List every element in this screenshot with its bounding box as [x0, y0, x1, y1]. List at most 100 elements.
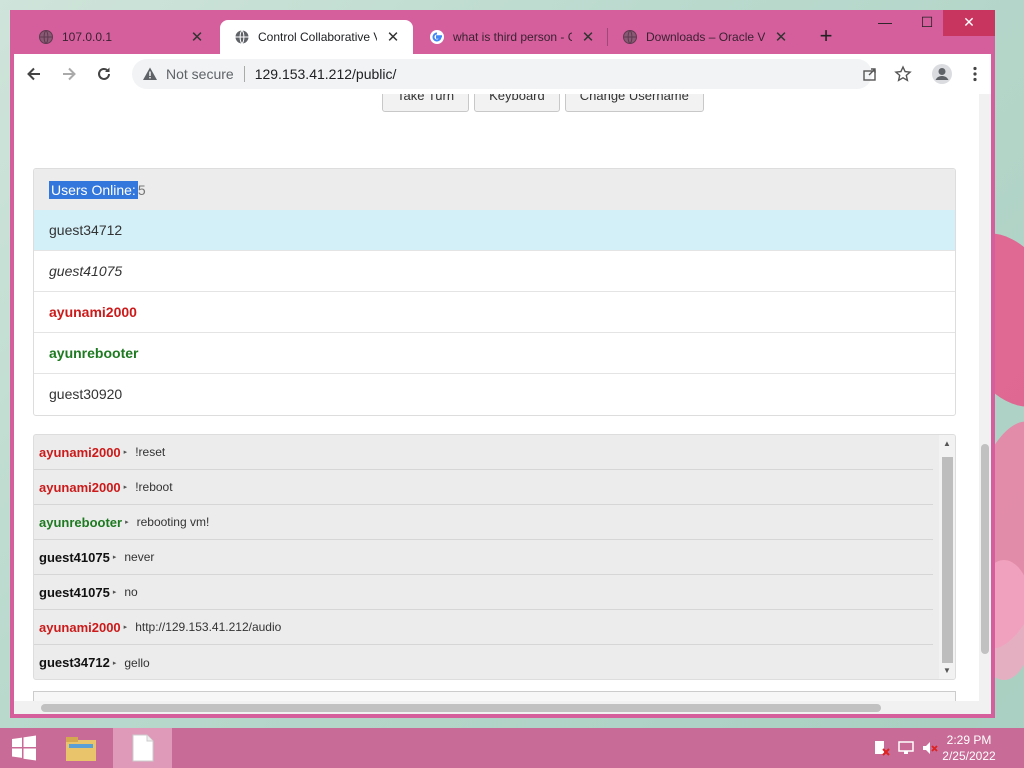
minimize-button[interactable]: — [865, 10, 905, 36]
forward-button[interactable] [54, 59, 84, 89]
url-text[interactable]: 129.153.41.212/public/ [255, 66, 397, 82]
tab-title: Control Collaborative Vir [258, 30, 377, 44]
star-icon [894, 65, 912, 82]
chat-text: http://129.153.41.212/audio [135, 620, 282, 634]
back-arrow-icon [27, 67, 40, 81]
windows-logo-icon [12, 735, 36, 761]
tab-title: what is third person - G [453, 30, 572, 44]
system-clock[interactable]: 2:29 PM 2/25/2022 [934, 732, 1004, 764]
user-row[interactable]: ayunami2000 [34, 291, 955, 332]
change-username-button[interactable]: Change Username [564, 94, 704, 112]
chat-text: !reset [135, 445, 166, 459]
menu-button[interactable] [960, 59, 990, 89]
warning-icon [143, 67, 157, 80]
taskbar: 2:29 PM 2/25/2022 [0, 728, 1024, 768]
users-online-count: 5 [137, 181, 146, 198]
security-status[interactable]: Not secure [166, 66, 234, 82]
page-horizontal-scrollbar[interactable] [14, 701, 979, 714]
back-button[interactable] [19, 59, 49, 89]
caret-icon: ▸ [112, 589, 117, 596]
users-online-label: Users Online: [49, 180, 138, 199]
page-hscroll-thumb[interactable] [41, 704, 881, 712]
clock-time: 2:29 PM [946, 733, 992, 747]
google-icon [429, 29, 445, 45]
caret-icon: ▸ [112, 554, 117, 561]
page-vertical-scrollbar[interactable] [979, 94, 991, 714]
file-explorer-button[interactable] [57, 728, 105, 768]
globe-icon [234, 29, 250, 45]
action-center-icon[interactable] [874, 740, 890, 756]
browser-toolbar: Not secure 129.153.41.212/public/ [14, 54, 991, 94]
user-row[interactable]: guest30920 [34, 373, 955, 414]
close-tab-icon[interactable]: ✕ [189, 28, 205, 46]
tab-strip: 107.0.0.1 ✕ Control Collaborative Vir ✕ … [10, 10, 995, 54]
scroll-down-icon[interactable]: ▼ [939, 666, 955, 675]
address-divider [243, 66, 245, 82]
close-tab-icon[interactable]: ✕ [580, 28, 596, 46]
user-row[interactable]: ayunrebooter [34, 332, 955, 373]
user-row[interactable]: guest41075 [34, 250, 955, 291]
caret-icon: ▸ [123, 449, 128, 456]
users-online-header: Users Online: 5 [34, 169, 955, 210]
chat-message: guest41075 ▸ never [34, 540, 933, 575]
chat-scroll-thumb[interactable] [942, 457, 953, 663]
chat-username: ayunrebooter [39, 514, 123, 530]
caret-icon: ▸ [112, 659, 117, 667]
keyboard-button[interactable]: Keyboard [474, 94, 560, 112]
avatar-icon [932, 64, 952, 84]
close-tab-icon[interactable]: ✕ [385, 28, 401, 46]
chat-username: ayunami2000 [39, 619, 121, 635]
chat-username: guest41075 [39, 584, 110, 600]
chat-message: guest41075 ▸ no [34, 575, 933, 610]
tab-1[interactable]: 107.0.0.1 ✕ [24, 20, 217, 54]
chat-text: gello [124, 655, 150, 670]
close-window-button[interactable]: ✕ [943, 10, 995, 36]
page-viewport: Take Turn Keyboard Change Username Users… [14, 94, 991, 714]
document-app-button[interactable] [113, 728, 172, 768]
chat-username: guest34712 [39, 655, 110, 670]
tab-title: 107.0.0.1 [62, 30, 113, 44]
chat-username: guest41075 [39, 549, 110, 565]
users-online-panel: Users Online: 5 guest34712 guest41075 ay… [33, 168, 956, 416]
chat-message: ayunrebooter ▸ rebooting vm! [34, 505, 933, 540]
chat-message: guest34712 ▸ gello [34, 645, 933, 679]
take-turn-button[interactable]: Take Turn [382, 94, 470, 112]
new-tab-button[interactable]: + [813, 24, 839, 50]
chat-text: !reboot [135, 480, 173, 494]
kebab-menu-icon [973, 66, 977, 82]
share-button[interactable] [855, 59, 885, 89]
folder-icon [66, 737, 96, 761]
chat-text: never [124, 550, 155, 564]
network-icon[interactable] [898, 740, 914, 756]
maximize-button[interactable]: ☐ [907, 10, 947, 36]
scroll-up-icon[interactable]: ▲ [939, 439, 955, 448]
tab-2[interactable]: Control Collaborative Vir ✕ [220, 20, 413, 54]
clock-date: 2/25/2022 [942, 749, 996, 763]
vm-controls: Take Turn Keyboard Change Username [382, 94, 704, 112]
reload-icon [98, 67, 110, 80]
user-row[interactable]: guest34712 [34, 210, 955, 250]
chat-scrollbar[interactable]: ▲ ▼ [939, 435, 955, 679]
start-button[interactable] [0, 728, 48, 768]
reload-button[interactable] [89, 59, 119, 89]
tab-4[interactable]: Downloads – Oracle VM ✕ [608, 20, 801, 54]
chat-username: ayunami2000 [39, 479, 121, 495]
tab-3[interactable]: what is third person - G ✕ [415, 20, 608, 54]
bookmark-button[interactable] [888, 59, 918, 89]
chat-text: no [124, 585, 138, 599]
caret-icon: ▸ [123, 484, 128, 491]
page-scroll-thumb[interactable] [981, 444, 989, 654]
address-bar[interactable]: Not secure 129.153.41.212/public/ [132, 59, 872, 89]
chat-message: ayunami2000 ▸ http://129.153.41.212/audio [34, 610, 933, 645]
chat-text: rebooting vm! [136, 515, 210, 529]
caret-icon: ▸ [125, 519, 129, 526]
share-icon [863, 68, 876, 81]
globe-icon [38, 29, 54, 45]
browser-window: 107.0.0.1 ✕ Control Collaborative Vir ✕ … [10, 10, 995, 718]
chat-message: ayunami2000 ▸ !reboot [34, 470, 933, 505]
profile-button[interactable] [927, 59, 957, 89]
caret-icon: ▸ [123, 624, 128, 631]
document-icon [132, 734, 153, 762]
close-tab-icon[interactable]: ✕ [773, 28, 789, 46]
globe-icon [622, 29, 638, 45]
